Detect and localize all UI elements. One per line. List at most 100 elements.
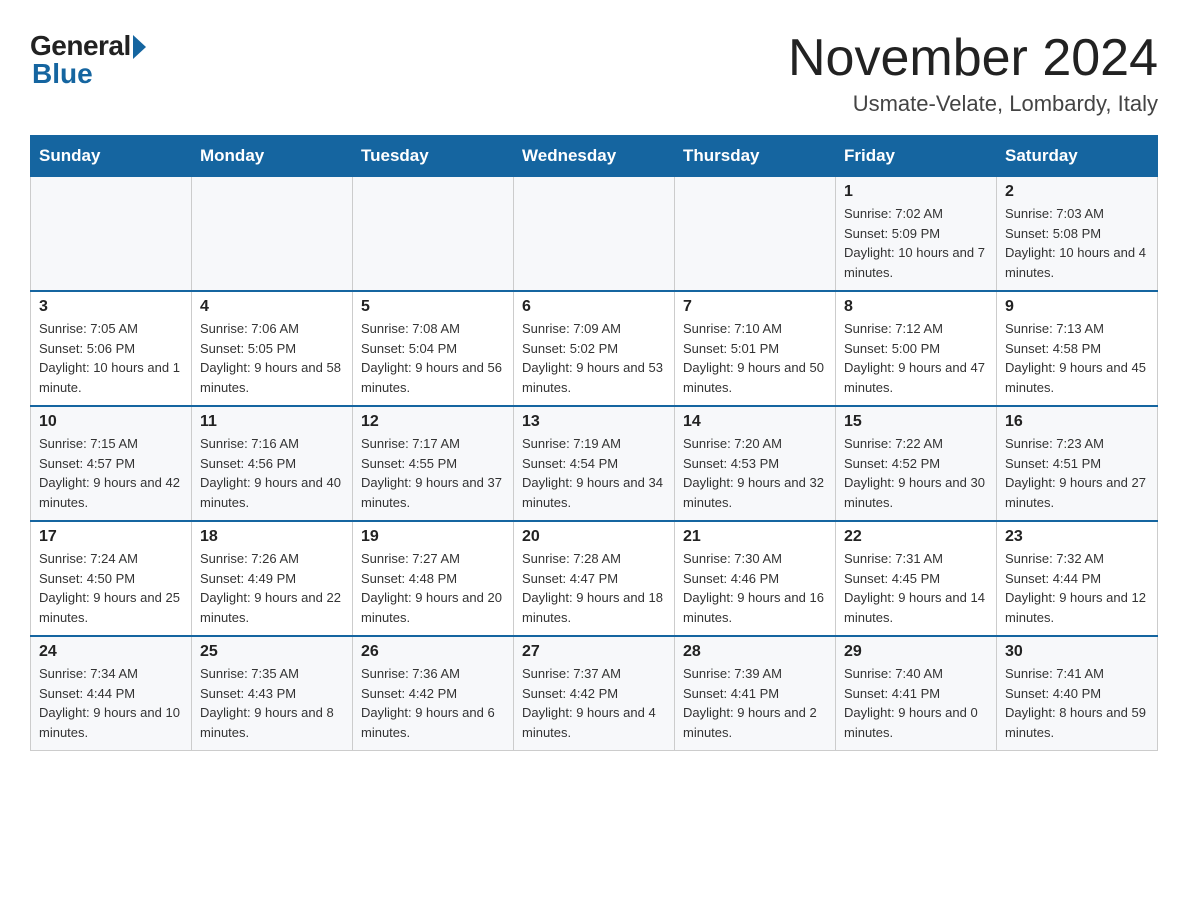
day-info: Sunrise: 7:31 AMSunset: 4:45 PMDaylight:… (844, 549, 988, 627)
calendar-cell: 9 Sunrise: 7:13 AMSunset: 4:58 PMDaylight… (997, 291, 1158, 406)
day-info: Sunrise: 7:17 AMSunset: 4:55 PMDaylight:… (361, 434, 505, 512)
calendar-cell: 4 Sunrise: 7:06 AMSunset: 5:05 PMDaylight… (192, 291, 353, 406)
day-info: Sunrise: 7:09 AMSunset: 5:02 PMDaylight:… (522, 319, 666, 397)
calendar-cell (192, 177, 353, 292)
day-number: 5 (361, 298, 505, 316)
calendar-header-row: Sunday Monday Tuesday Wednesday Thursday… (31, 136, 1158, 177)
calendar-cell: 17 Sunrise: 7:24 AMSunset: 4:50 PMDayligh… (31, 521, 192, 636)
day-number: 29 (844, 643, 988, 661)
day-info: Sunrise: 7:37 AMSunset: 4:42 PMDaylight:… (522, 664, 666, 742)
calendar-cell: 27Sunrise: 7:37 AMSunset: 4:42 PMDayligh… (514, 636, 675, 751)
day-number: 2 (1005, 183, 1149, 201)
day-info: Sunrise: 7:41 AMSunset: 4:40 PMDaylight:… (1005, 664, 1149, 742)
day-info: Sunrise: 7:27 AMSunset: 4:48 PMDaylight:… (361, 549, 505, 627)
day-info: Sunrise: 7:32 AMSunset: 4:44 PMDaylight:… (1005, 549, 1149, 627)
day-number: 20 (522, 528, 666, 546)
day-number: 24 (39, 643, 183, 661)
col-thursday: Thursday (675, 136, 836, 177)
day-info: Sunrise: 7:22 AMSunset: 4:52 PMDaylight:… (844, 434, 988, 512)
day-number: 7 (683, 298, 827, 316)
calendar-cell (31, 177, 192, 292)
calendar-cell: 3 Sunrise: 7:05 AMSunset: 5:06 PMDaylight… (31, 291, 192, 406)
calendar-cell: 24 Sunrise: 7:34 AMSunset: 4:44 PMDayligh… (31, 636, 192, 751)
calendar-cell: 22 Sunrise: 7:31 AMSunset: 4:45 PMDayligh… (836, 521, 997, 636)
calendar-cell: 1 Sunrise: 7:02 AMSunset: 5:09 PMDaylight… (836, 177, 997, 292)
calendar-cell: 21 Sunrise: 7:30 AMSunset: 4:46 PMDayligh… (675, 521, 836, 636)
day-info: Sunrise: 7:28 AMSunset: 4:47 PMDaylight:… (522, 549, 666, 627)
calendar-week-row: 10 Sunrise: 7:15 AMSunset: 4:57 PMDayligh… (31, 406, 1158, 521)
day-info: Sunrise: 7:30 AMSunset: 4:46 PMDaylight:… (683, 549, 827, 627)
day-info: Sunrise: 7:06 AMSunset: 5:05 PMDaylight:… (200, 319, 344, 397)
day-info: Sunrise: 7:10 AMSunset: 5:01 PMDaylight:… (683, 319, 827, 397)
calendar-cell: 28 Sunrise: 7:39 AMSunset: 4:41 PMDayligh… (675, 636, 836, 751)
day-number: 18 (200, 528, 344, 546)
page-subtitle: Usmate-Velate, Lombardy, Italy (788, 91, 1158, 117)
col-monday: Monday (192, 136, 353, 177)
day-number: 17 (39, 528, 183, 546)
calendar-cell: 25 Sunrise: 7:35 AMSunset: 4:43 PMDayligh… (192, 636, 353, 751)
day-number: 23 (1005, 528, 1149, 546)
calendar-cell: 13Sunrise: 7:19 AMSunset: 4:54 PMDayligh… (514, 406, 675, 521)
day-number: 21 (683, 528, 827, 546)
day-info: Sunrise: 7:24 AMSunset: 4:50 PMDaylight:… (39, 549, 183, 627)
day-info: Sunrise: 7:35 AMSunset: 4:43 PMDaylight:… (200, 664, 344, 742)
day-info: Sunrise: 7:20 AMSunset: 4:53 PMDaylight:… (683, 434, 827, 512)
calendar-cell: 8 Sunrise: 7:12 AMSunset: 5:00 PMDaylight… (836, 291, 997, 406)
day-number: 25 (200, 643, 344, 661)
day-info: Sunrise: 7:36 AMSunset: 4:42 PMDaylight:… (361, 664, 505, 742)
calendar-cell: 30 Sunrise: 7:41 AMSunset: 4:40 PMDayligh… (997, 636, 1158, 751)
calendar-cell: 18 Sunrise: 7:26 AMSunset: 4:49 PMDayligh… (192, 521, 353, 636)
day-number: 11 (200, 413, 344, 431)
calendar-week-row: 24 Sunrise: 7:34 AMSunset: 4:44 PMDayligh… (31, 636, 1158, 751)
day-number: 26 (361, 643, 505, 661)
day-number: 9 (1005, 298, 1149, 316)
calendar-week-row: 17 Sunrise: 7:24 AMSunset: 4:50 PMDayligh… (31, 521, 1158, 636)
day-number: 28 (683, 643, 827, 661)
day-number: 1 (844, 183, 988, 201)
page-title: November 2024 (788, 30, 1158, 87)
calendar-cell: 29Sunrise: 7:40 AMSunset: 4:41 PMDayligh… (836, 636, 997, 751)
calendar-cell: 23 Sunrise: 7:32 AMSunset: 4:44 PMDayligh… (997, 521, 1158, 636)
calendar-cell: 5Sunrise: 7:08 AMSunset: 5:04 PMDaylight… (353, 291, 514, 406)
calendar-cell: 16Sunrise: 7:23 AMSunset: 4:51 PMDayligh… (997, 406, 1158, 521)
calendar-table: Sunday Monday Tuesday Wednesday Thursday… (30, 135, 1158, 751)
day-info: Sunrise: 7:02 AMSunset: 5:09 PMDaylight:… (844, 204, 988, 282)
day-number: 19 (361, 528, 505, 546)
day-info: Sunrise: 7:12 AMSunset: 5:00 PMDaylight:… (844, 319, 988, 397)
day-info: Sunrise: 7:39 AMSunset: 4:41 PMDaylight:… (683, 664, 827, 742)
title-block: November 2024 Usmate-Velate, Lombardy, I… (788, 30, 1158, 117)
col-saturday: Saturday (997, 136, 1158, 177)
calendar-cell: 14 Sunrise: 7:20 AMSunset: 4:53 PMDayligh… (675, 406, 836, 521)
day-number: 3 (39, 298, 183, 316)
calendar-cell: 20 Sunrise: 7:28 AMSunset: 4:47 PMDayligh… (514, 521, 675, 636)
calendar-cell: 12 Sunrise: 7:17 AMSunset: 4:55 PMDayligh… (353, 406, 514, 521)
col-friday: Friday (836, 136, 997, 177)
day-number: 6 (522, 298, 666, 316)
page-header: General Blue November 2024 Usmate-Velate… (30, 30, 1158, 117)
calendar-cell (353, 177, 514, 292)
day-info: Sunrise: 7:34 AMSunset: 4:44 PMDaylight:… (39, 664, 183, 742)
calendar-cell: 19 Sunrise: 7:27 AMSunset: 4:48 PMDayligh… (353, 521, 514, 636)
calendar-cell (514, 177, 675, 292)
calendar-cell (675, 177, 836, 292)
day-number: 22 (844, 528, 988, 546)
calendar-cell: 11 Sunrise: 7:16 AMSunset: 4:56 PMDayligh… (192, 406, 353, 521)
day-number: 4 (200, 298, 344, 316)
day-number: 14 (683, 413, 827, 431)
calendar-cell: 10 Sunrise: 7:15 AMSunset: 4:57 PMDayligh… (31, 406, 192, 521)
col-sunday: Sunday (31, 136, 192, 177)
day-number: 30 (1005, 643, 1149, 661)
col-wednesday: Wednesday (514, 136, 675, 177)
day-info: Sunrise: 7:05 AMSunset: 5:06 PMDaylight:… (39, 319, 183, 397)
day-info: Sunrise: 7:26 AMSunset: 4:49 PMDaylight:… (200, 549, 344, 627)
calendar-cell: 6 Sunrise: 7:09 AMSunset: 5:02 PMDaylight… (514, 291, 675, 406)
day-info: Sunrise: 7:15 AMSunset: 4:57 PMDaylight:… (39, 434, 183, 512)
logo-arrow-icon (133, 35, 146, 59)
day-info: Sunrise: 7:16 AMSunset: 4:56 PMDaylight:… (200, 434, 344, 512)
day-info: Sunrise: 7:13 AMSunset: 4:58 PMDaylight:… (1005, 319, 1149, 397)
calendar-cell: 7 Sunrise: 7:10 AMSunset: 5:01 PMDaylight… (675, 291, 836, 406)
day-number: 12 (361, 413, 505, 431)
calendar-cell: 26 Sunrise: 7:36 AMSunset: 4:42 PMDayligh… (353, 636, 514, 751)
day-number: 8 (844, 298, 988, 316)
day-number: 10 (39, 413, 183, 431)
